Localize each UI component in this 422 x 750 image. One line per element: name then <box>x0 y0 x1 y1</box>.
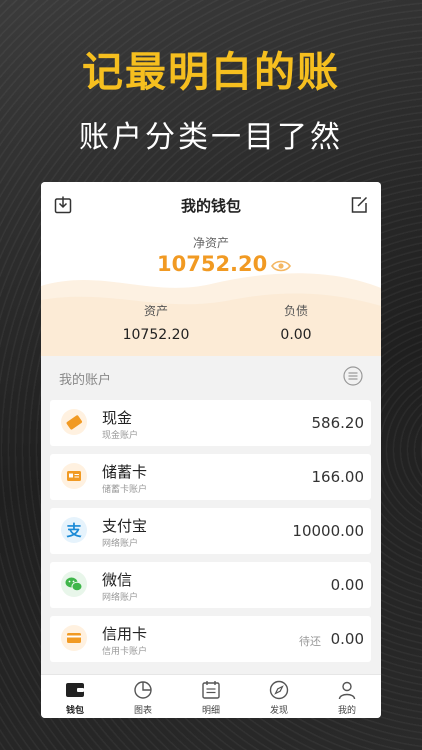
account-name: 微信 <box>102 571 133 589</box>
net-worth-value: 10752.20 <box>157 252 268 276</box>
account-type: 网络账户 <box>102 593 139 603</box>
account-name: 储蓄卡 <box>102 463 148 481</box>
tab-wallet[interactable]: 钱包 <box>41 675 109 718</box>
account-name: 支付宝 <box>102 517 148 535</box>
account-row-alipay[interactable]: 支 支付宝 网络账户 10000.00 <box>50 508 371 554</box>
calendar-icon <box>202 681 220 699</box>
page-title: 我的钱包 <box>180 197 241 215</box>
debt-value: 0.00 <box>280 327 312 343</box>
sort-icon[interactable] <box>343 366 363 386</box>
tab-label: 图表 <box>133 706 152 716</box>
net-worth-summary: 净资产 10752.20 资产 10752.20 负债 0.00 <box>41 228 381 356</box>
account-row-cash[interactable]: 现金 现金账户 586.20 <box>50 400 371 446</box>
tab-details[interactable]: 明细 <box>177 675 245 718</box>
pie-chart-icon <box>134 681 152 699</box>
account-balance: 166.00 <box>311 468 365 486</box>
nav-bar: 我的钱包 <box>41 182 381 228</box>
wallet-icon <box>66 683 84 697</box>
cash-icon <box>61 409 87 435</box>
assets-value: 10752.20 <box>122 327 190 343</box>
wechat-icon <box>61 571 87 597</box>
tab-label: 我的 <box>337 706 356 716</box>
credit-card-icon <box>61 625 87 651</box>
tab-label: 发现 <box>269 706 288 716</box>
assets-label: 资产 <box>143 304 168 318</box>
svg-text:支: 支 <box>65 522 82 540</box>
account-balance: 0.00 <box>330 576 364 594</box>
account-balance: 586.20 <box>311 414 365 432</box>
phone-screen: 我的钱包 净资产 10752.20 资产 10752.20 负债 0.00 我的… <box>41 182 381 718</box>
tab-discover[interactable]: 发现 <box>245 675 313 718</box>
account-type: 信用卡账户 <box>102 647 148 657</box>
tab-bar: 钱包 图表 明细 发现 我的 <box>41 674 381 718</box>
section-title: 我的账户 <box>59 373 112 388</box>
pending-repayment-label: 待还 <box>299 635 321 648</box>
account-type: 储蓄卡账户 <box>102 485 148 495</box>
compass-icon <box>269 680 289 700</box>
account-row-savings-card[interactable]: 储蓄卡 储蓄卡账户 166.00 <box>50 454 371 500</box>
account-balance: 0.00 <box>330 630 364 648</box>
tab-profile[interactable]: 我的 <box>313 675 381 718</box>
account-type: 网络账户 <box>102 539 139 549</box>
tab-label: 钱包 <box>65 706 84 716</box>
account-row-credit-card[interactable]: 信用卡 信用卡账户 待还 0.00 <box>50 616 371 662</box>
assets-column: 资产 10752.20 <box>96 302 216 343</box>
account-type: 现金账户 <box>102 431 139 441</box>
net-worth-label: 净资产 <box>192 236 229 250</box>
accounts-section-header: 我的账户 <box>41 356 381 396</box>
promo-headline: 记最明白的账 <box>82 48 340 96</box>
user-icon <box>338 681 356 700</box>
savings-card-icon <box>61 463 87 489</box>
tab-charts[interactable]: 图表 <box>109 675 177 718</box>
eye-icon[interactable] <box>271 259 291 273</box>
account-name: 信用卡 <box>102 625 148 643</box>
alipay-icon: 支 <box>61 517 87 543</box>
account-row-wechat[interactable]: 微信 网络账户 0.00 <box>50 562 371 608</box>
tab-label: 明细 <box>201 706 220 716</box>
promo-subline: 账户分类一目了然 <box>79 120 343 155</box>
debt-label: 负债 <box>283 304 308 318</box>
account-balance: 10000.00 <box>292 522 364 540</box>
edit-icon[interactable] <box>350 196 368 214</box>
debt-column: 负债 0.00 <box>236 302 356 343</box>
account-name: 现金 <box>102 409 133 427</box>
